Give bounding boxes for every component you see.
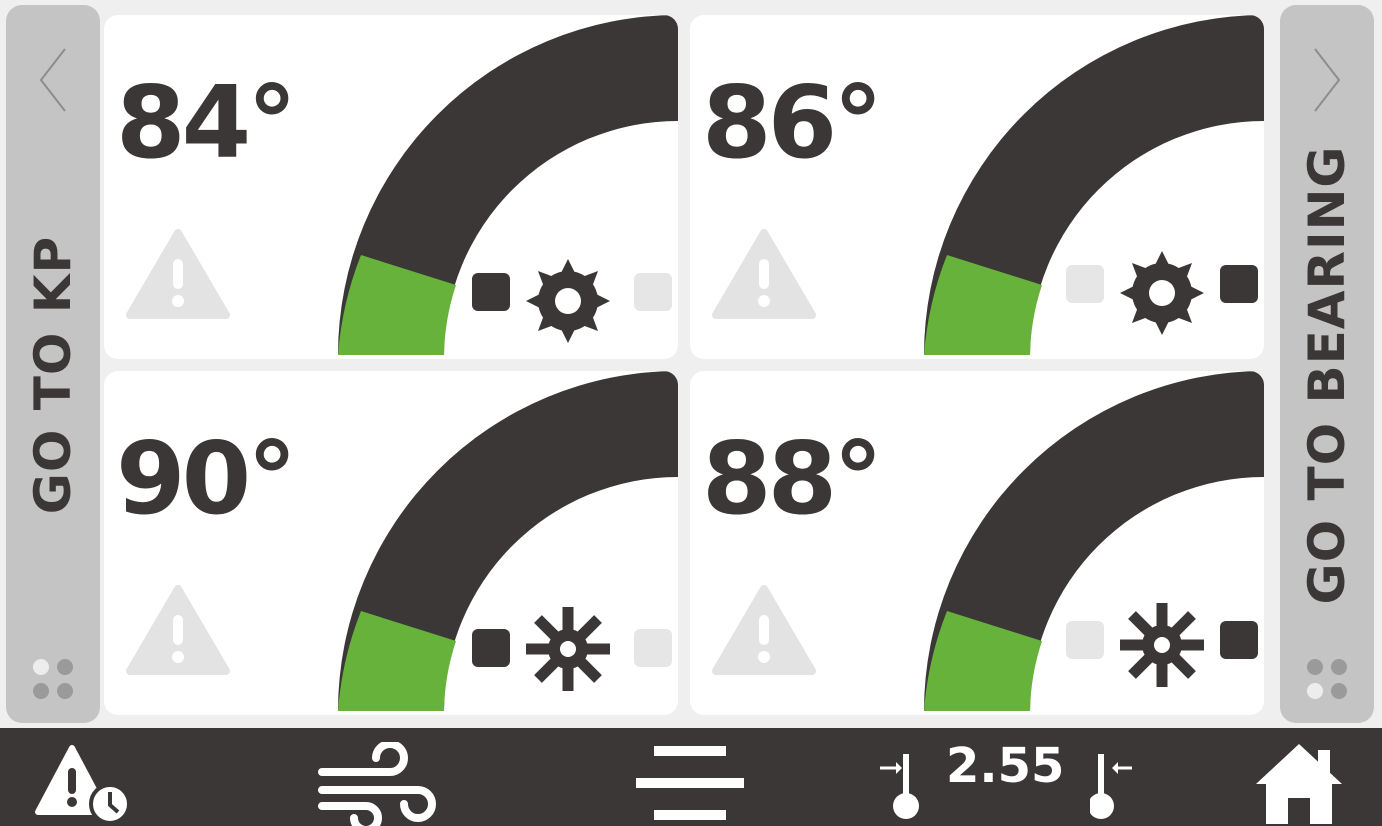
home-icon[interactable] [1254, 742, 1344, 824]
right-indicator [634, 273, 672, 311]
left-indicator [1066, 621, 1104, 659]
go-to-kp-button[interactable]: GO TO KP [6, 5, 100, 723]
gear-fan-icon [526, 259, 610, 343]
menu-icon[interactable] [636, 744, 744, 822]
warning-clock-icon[interactable] [34, 744, 134, 824]
right-thermometer-icon [1090, 754, 1132, 819]
page-dots-icon [1307, 659, 1347, 699]
left-indicator [472, 629, 510, 667]
go-to-bearing-button[interactable]: GO TO BEARING [1280, 5, 1374, 723]
temperature-tile[interactable]: 84° [104, 15, 678, 359]
ratio-value: 2.55 [946, 738, 1065, 794]
wind-icon[interactable] [318, 742, 438, 826]
right-indicator [1220, 621, 1258, 659]
snowflake-fan-icon [526, 607, 610, 691]
go-to-kp-label: GO TO KP [24, 235, 82, 515]
temperature-tile[interactable]: 90° [104, 371, 678, 715]
left-thermometer-icon [880, 754, 919, 819]
right-indicator [1220, 265, 1258, 303]
right-indicator [634, 629, 672, 667]
page-dots-icon [33, 659, 73, 699]
temperature-tile[interactable]: 86° [690, 15, 1264, 359]
gear-fan-icon [1120, 251, 1204, 335]
left-indicator [1066, 265, 1104, 303]
temperature-tile[interactable]: 88° [690, 371, 1264, 715]
left-indicator [472, 273, 510, 311]
snowflake-fan-icon [1120, 603, 1204, 687]
go-to-bearing-label: GO TO BEARING [1298, 145, 1356, 605]
